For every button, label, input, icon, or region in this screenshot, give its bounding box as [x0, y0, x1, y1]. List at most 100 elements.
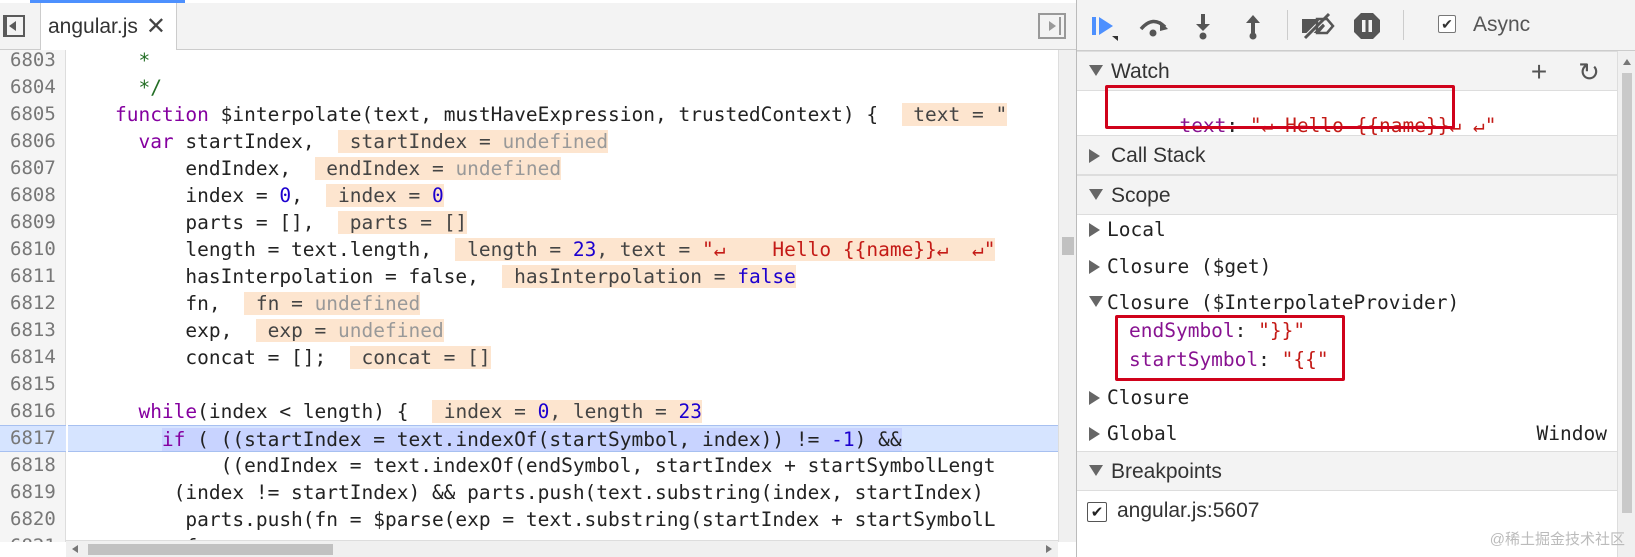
code-line[interactable]: ((endIndex = text.indexOf(endSymbol, sta… — [68, 452, 1058, 479]
line-number[interactable]: 6817 — [0, 425, 66, 452]
scope-row-label: Closure ($InterpolateProvider) — [1107, 291, 1460, 314]
code-line[interactable]: parts.push(fn = $parse(exp = text.substr… — [68, 506, 1058, 533]
refresh-watch-icon[interactable]: ↻ — [1575, 57, 1603, 87]
code-line-current-execution[interactable]: if ( ((startIndex = text.indexOf(startSy… — [68, 425, 1058, 452]
code-line[interactable]: var startIndex, startIndex = undefined — [68, 128, 1058, 155]
scope-row[interactable]: Closure — [1077, 381, 1617, 415]
annotation-box-scope — [1115, 315, 1345, 381]
step-out-button[interactable] — [1235, 10, 1271, 42]
line-number-gutter[interactable]: 6803 6804 6805 6806 6807 6808 6809 6810 6811 6812… — [0, 50, 66, 542]
line-number[interactable]: 6819 — [0, 479, 66, 506]
breakpoints-pane-header[interactable]: Breakpoints — [1077, 451, 1617, 491]
file-tab-label: angular.js — [48, 14, 138, 38]
expand-triangle-icon — [1089, 65, 1103, 76]
resume-button[interactable] — [1085, 10, 1121, 42]
line-number[interactable]: 6804 — [0, 74, 66, 101]
collapse-triangle-icon — [1089, 260, 1100, 274]
code-line[interactable]: parts = [], parts = [] — [68, 209, 1058, 236]
line-number[interactable]: 6815 — [0, 371, 66, 398]
scope-row-label: Closure — [1107, 386, 1190, 409]
debugger-sidebar: ✔ Async Watch + ↻ text: "↵ Hello {{name}… — [1076, 0, 1635, 557]
code-line[interactable]: hasInterpolation = false, hasInterpolati… — [68, 263, 1058, 290]
scroll-up-icon[interactable] — [1623, 59, 1631, 65]
line-number[interactable]: 6808 — [0, 182, 66, 209]
expand-triangle-icon — [1089, 296, 1103, 307]
line-number[interactable]: 6806 — [0, 128, 66, 155]
code-line[interactable]: length = text.length, length = 23, text … — [68, 236, 1058, 263]
code-line[interactable]: * — [68, 50, 1058, 74]
call-stack-title: Call Stack — [1111, 144, 1206, 167]
annotation-box-watch — [1105, 85, 1455, 129]
async-label: Async — [1473, 13, 1531, 36]
code-line[interactable]: while(index < length) { index = 0, lengt… — [68, 398, 1058, 425]
code-view[interactable]: 6803 6804 6805 6806 6807 6808 6809 6810 6811 6812… — [0, 50, 1058, 542]
scroll-right-icon[interactable] — [1046, 545, 1052, 553]
line-number[interactable]: 6805 — [0, 101, 66, 128]
debugger-toolbar: ✔ Async — [1077, 0, 1635, 51]
toggle-navigator-button[interactable] — [0, 11, 28, 41]
expand-triangle-icon — [1089, 189, 1103, 200]
editor-hscroll-thumb[interactable] — [88, 544, 333, 555]
file-tab-angular[interactable]: angular.js ✕ — [40, 3, 177, 50]
code-line[interactable]: fn, fn = undefined — [68, 290, 1058, 317]
line-number[interactable]: 6809 — [0, 209, 66, 236]
scope-title: Scope — [1111, 184, 1171, 207]
scope-row-label: Global — [1107, 422, 1178, 445]
toolbar-separator — [1287, 10, 1288, 40]
breakpoints-deactivate-icon — [1302, 12, 1335, 40]
breakpoint-label[interactable]: angular.js:5607 — [1117, 499, 1259, 523]
scope-row[interactable]: Closure ($get) — [1077, 250, 1617, 284]
scope-row[interactable]: Global Window — [1077, 417, 1617, 451]
sidebar-vscroll-thumb[interactable] — [1622, 73, 1632, 513]
call-stack-pane-header[interactable]: Call Stack — [1077, 135, 1617, 175]
line-number[interactable]: 6803 — [0, 50, 66, 74]
line-number[interactable]: 6811 — [0, 263, 66, 290]
code-line[interactable]: concat = []; concat = [] — [68, 344, 1058, 371]
line-number[interactable]: 6821 — [0, 533, 66, 542]
code-line[interactable]: function $interpolate(text, mustHaveExpr… — [68, 101, 1058, 128]
expand-triangle-icon — [1089, 465, 1103, 476]
code-lines[interactable]: * */ function $interpolate(text, mustHav… — [68, 50, 1058, 542]
collapse-triangle-icon — [1089, 223, 1100, 237]
toggle-debugger-sidebar-button[interactable] — [1038, 13, 1066, 39]
editor-tab-bar: angular.js ✕ — [0, 3, 1076, 50]
collapse-triangle-icon — [1089, 149, 1100, 163]
navigator-panel-icon — [3, 15, 25, 37]
line-number[interactable]: 6807 — [0, 155, 66, 182]
code-line[interactable]: exp, exp = undefined — [68, 317, 1058, 344]
code-line[interactable]: */ — [68, 74, 1058, 101]
scope-row[interactable]: Local — [1077, 213, 1617, 247]
line-number[interactable]: 6814 — [0, 344, 66, 371]
line-number[interactable]: 6816 — [0, 398, 66, 425]
deactivate-breakpoints-button[interactable] — [1299, 10, 1335, 42]
step-into-icon — [1196, 14, 1210, 40]
scope-row-label: Local — [1107, 218, 1166, 241]
line-number[interactable]: 6820 — [0, 506, 66, 533]
editor-vertical-scrollbar[interactable] — [1058, 50, 1076, 542]
add-watch-icon[interactable]: + — [1525, 56, 1553, 87]
step-into-button[interactable] — [1185, 10, 1221, 42]
breakpoint-checkbox[interactable]: ✔ — [1087, 502, 1107, 522]
line-number[interactable]: 6810 — [0, 236, 66, 263]
scroll-left-icon[interactable] — [72, 545, 78, 553]
line-number[interactable]: 6812 — [0, 290, 66, 317]
line-number[interactable]: 6813 — [0, 317, 66, 344]
close-icon[interactable]: ✕ — [146, 12, 166, 41]
collapse-triangle-icon — [1089, 391, 1100, 405]
editor-vscroll-thumb[interactable] — [1062, 237, 1074, 255]
scope-pane-header[interactable]: Scope — [1077, 175, 1617, 215]
resume-icon — [1092, 17, 1118, 41]
line-number[interactable]: 6818 — [0, 452, 66, 479]
code-line[interactable]: endIndex, endIndex = undefined — [68, 155, 1058, 182]
step-over-button[interactable] — [1135, 10, 1171, 42]
pause-exceptions-icon — [1354, 13, 1380, 39]
pause-on-exceptions-button[interactable] — [1349, 10, 1385, 42]
code-line[interactable] — [68, 371, 1058, 398]
editor-horizontal-scrollbar[interactable] — [66, 540, 1058, 557]
code-line[interactable]: (index != startIndex) && parts.push(text… — [68, 479, 1058, 506]
code-line[interactable]: index = 0, index = 0 — [68, 182, 1058, 209]
scope-row-value: Window — [1536, 422, 1607, 445]
toolbar-separator — [1403, 10, 1404, 40]
async-checkbox[interactable]: ✔ — [1438, 15, 1456, 33]
sidebar-vertical-scrollbar[interactable] — [1617, 51, 1635, 557]
